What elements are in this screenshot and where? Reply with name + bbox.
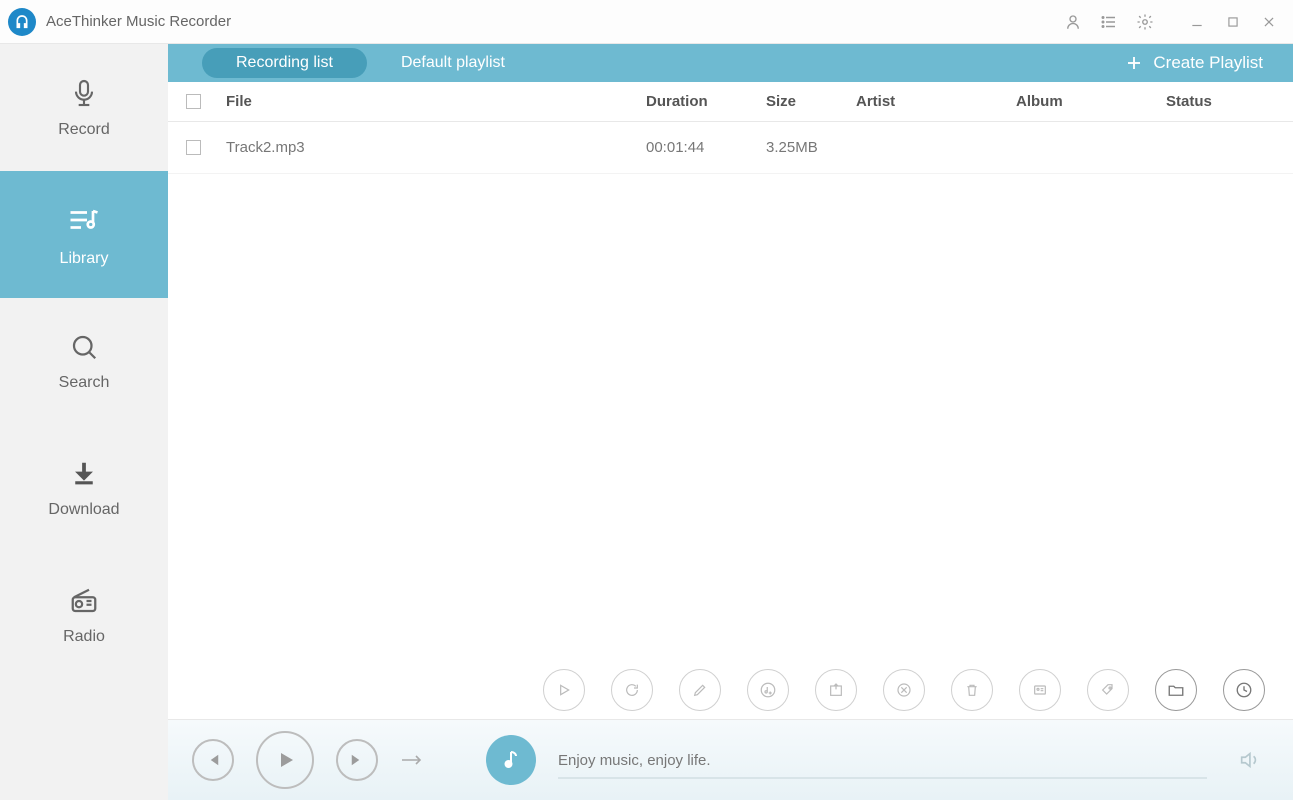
music-add-icon [759,681,777,699]
user-icon[interactable] [1057,6,1089,38]
main: Recording list Default playlist Create P… [168,44,1293,800]
row-check-cell [186,140,226,155]
folder-icon [1167,681,1185,699]
cell-file: Track2.mp3 [226,139,646,156]
tab-default-playlist[interactable]: Default playlist [367,48,539,78]
sidebar-item-label: Search [59,374,110,392]
column-artist[interactable]: Artist [856,93,1016,110]
tab-label: Recording list [236,54,333,72]
maximize-button[interactable] [1217,6,1249,38]
table-header: File Duration Size Artist Album Status [168,82,1293,122]
next-icon [348,751,366,769]
action-refresh-button[interactable] [611,669,653,711]
export-icon [828,682,844,698]
column-album[interactable]: Album [1016,93,1166,110]
titlebar: AceThinker Music Recorder [0,0,1293,44]
next-button[interactable] [336,739,378,781]
titlebar-right [1057,6,1285,38]
sidebar-item-label: Download [48,501,119,519]
tab-label: Default playlist [401,54,505,72]
refresh-icon [624,682,640,698]
x-circle-icon [896,682,912,698]
select-all-cell [186,94,226,109]
speaker-icon [1238,749,1260,771]
sidebar-item-radio[interactable]: Radio [0,552,168,679]
create-playlist-label: Create Playlist [1153,53,1263,73]
list-icon[interactable] [1093,6,1125,38]
action-tag-button[interactable] [1087,669,1129,711]
play-button[interactable] [256,731,314,789]
titlebar-left: AceThinker Music Recorder [8,8,231,36]
action-info-button[interactable] [1019,669,1061,711]
tabs-bar: Recording list Default playlist Create P… [168,44,1293,82]
action-identify-button[interactable] [747,669,789,711]
now-playing-icon [486,735,536,785]
action-history-button[interactable] [1223,669,1265,711]
previous-icon [204,751,222,769]
play-icon [273,748,297,772]
sidebar-item-record[interactable]: Record [0,44,168,171]
column-duration[interactable]: Duration [646,93,766,110]
play-icon [556,682,572,698]
app-logo-icon [8,8,36,36]
cell-size: 3.25MB [766,139,856,156]
previous-button[interactable] [192,739,234,781]
sidebar-item-label: Radio [63,628,105,646]
create-playlist-button[interactable]: Create Playlist [1125,53,1293,73]
play-mode-button[interactable] [400,754,424,766]
layout: Record Library Search Download Radio Rec… [0,44,1293,800]
action-play-button[interactable] [543,669,585,711]
tag-icon [1100,682,1116,698]
action-delete-button[interactable] [951,669,993,711]
sidebar: Record Library Search Download Radio [0,44,168,800]
cell-duration: 00:01:44 [646,139,766,156]
card-icon [1032,682,1048,698]
sidebar-item-search[interactable]: Search [0,298,168,425]
settings-icon[interactable] [1129,6,1161,38]
player-bar: Enjoy music, enjoy life. [168,720,1293,800]
column-file[interactable]: File [226,93,646,110]
music-note-icon [499,748,523,772]
close-button[interactable] [1253,6,1285,38]
column-status[interactable]: Status [1166,93,1266,110]
actions-row [168,660,1293,720]
pencil-icon [692,682,708,698]
arrow-right-icon [400,754,424,766]
select-all-checkbox[interactable] [186,94,201,109]
trash-icon [964,682,980,698]
minimize-button[interactable] [1181,6,1213,38]
table-body: Track2.mp3 00:01:44 3.25MB [168,122,1293,660]
sidebar-item-label: Record [58,121,110,139]
app-title: AceThinker Music Recorder [46,13,231,30]
sidebar-item-download[interactable]: Download [0,425,168,552]
progress-bar[interactable] [558,777,1207,779]
action-remove-button[interactable] [883,669,925,711]
action-export-button[interactable] [815,669,857,711]
action-folder-button[interactable] [1155,669,1197,711]
sidebar-item-library[interactable]: Library [0,171,168,298]
tab-recording-list[interactable]: Recording list [202,48,367,78]
volume-button[interactable] [1229,749,1269,771]
column-size[interactable]: Size [766,93,856,110]
row-checkbox[interactable] [186,140,201,155]
sidebar-item-label: Library [60,250,109,268]
clock-icon [1235,681,1253,699]
now-playing-text: Enjoy music, enjoy life. [558,752,1207,769]
action-edit-button[interactable] [679,669,721,711]
table-row[interactable]: Track2.mp3 00:01:44 3.25MB [168,122,1293,174]
plus-icon [1125,54,1143,72]
